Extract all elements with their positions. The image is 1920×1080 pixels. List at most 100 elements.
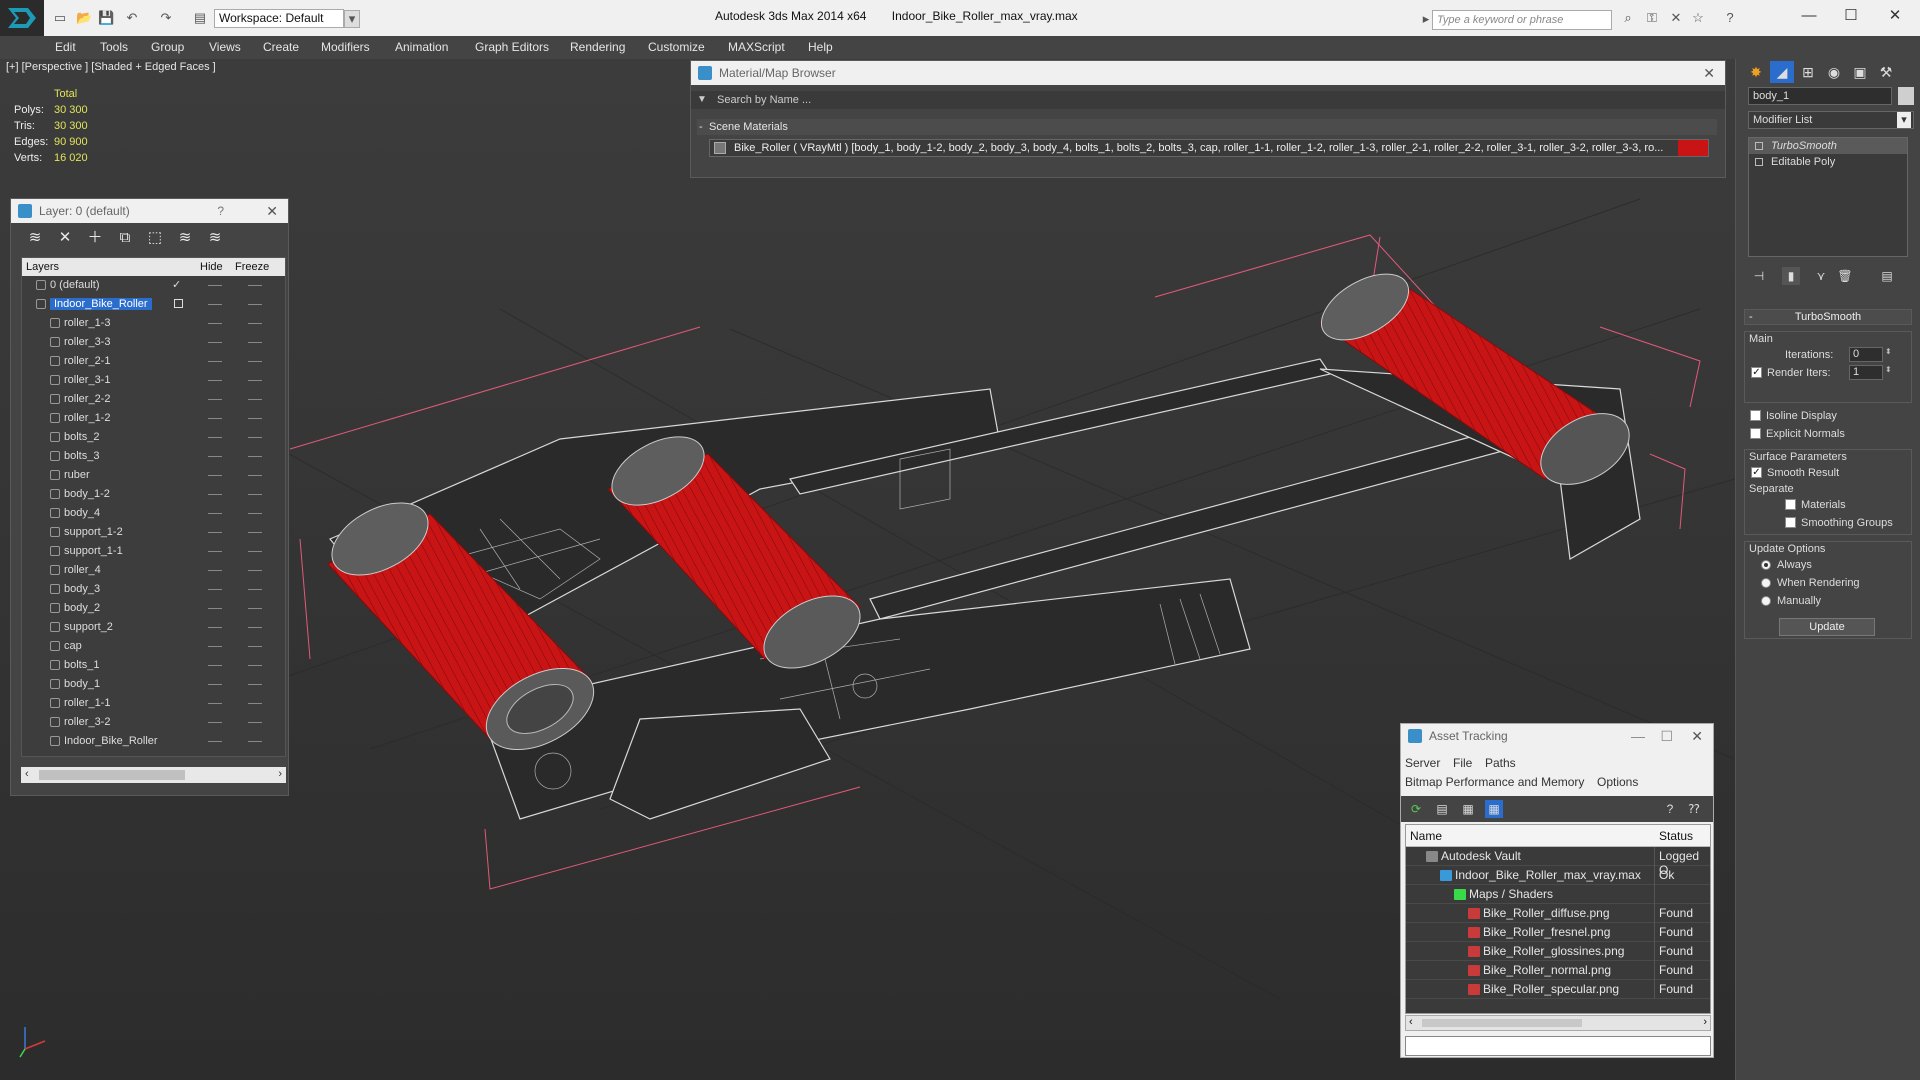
layer-row[interactable]: support_2 [22,618,285,637]
layer-row[interactable]: bolts_2 [22,428,285,447]
freeze-toggle[interactable] [248,494,262,495]
freeze-toggle[interactable] [248,342,262,343]
material-search-input[interactable]: Search by Name ... [691,91,1725,109]
layer-row[interactable]: roller_1-1 [22,694,285,713]
when-rendering-radio[interactable] [1761,578,1771,588]
hide-toggle[interactable] [208,361,222,362]
workspace-dropdown[interactable]: Workspace: Default [214,9,344,28]
layer-row[interactable]: support_1-2 [22,523,285,542]
layer-row[interactable]: roller_2-2 [22,390,285,409]
hide-all-icon[interactable]: ≋ [175,228,195,248]
select-layer-icon[interactable]: ⧉ [115,228,135,248]
freeze-toggle[interactable] [248,437,262,438]
viewport-label[interactable]: [+] [Perspective ] [Shaded + Edged Faces… [6,61,216,73]
minimize-button[interactable]: — [1796,6,1822,26]
layer-row[interactable]: roller_2-1 [22,352,285,371]
layer-row[interactable]: roller_1-2 [22,409,285,428]
help-icon[interactable]: ? [1722,10,1738,26]
smoothing-groups-checkbox[interactable] [1785,517,1796,528]
menu-animation[interactable]: Animation [395,40,448,54]
minimize-icon[interactable]: — [1631,724,1645,748]
scroll-left-icon[interactable]: ‹ [1409,1016,1413,1028]
layer-row[interactable]: bolts_3 [22,447,285,466]
show-end-result-icon[interactable]: ▮ [1782,267,1800,285]
freeze-toggle[interactable] [248,418,262,419]
freeze-toggle[interactable] [248,475,262,476]
menu-maxscript[interactable]: MAXScript [728,40,785,54]
hide-toggle[interactable] [208,513,222,514]
layer-row[interactable]: body_1 [22,675,285,694]
utilities-tab-icon[interactable]: ⚒ [1874,61,1898,83]
context-help-icon[interactable]: ⁇ [1685,800,1703,818]
object-color-swatch[interactable] [1898,87,1914,105]
material-entry[interactable]: Bike_Roller ( VRayMtl ) [body_1, body_1-… [709,139,1709,157]
modify-tab-icon[interactable]: ◢ [1770,61,1794,83]
freeze-toggle[interactable] [248,703,262,704]
hide-toggle[interactable] [208,722,222,723]
layer-panel-titlebar[interactable]: Layer: 0 (default) ? ✕ [11,199,288,223]
scroll-right-icon[interactable]: › [278,768,282,780]
add-layer-icon[interactable]: ＋ [85,228,105,248]
app-logo-icon[interactable] [0,0,44,36]
render-iters-spinner[interactable]: 1 [1849,365,1883,380]
freeze-toggle[interactable] [248,608,262,609]
layer-row[interactable]: Indoor_Bike_Roller [22,295,285,314]
freeze-toggle[interactable] [248,513,262,514]
thumbnail-view-icon[interactable]: ▦ [1459,800,1477,818]
hide-toggle[interactable] [208,323,222,324]
freeze-toggle[interactable] [248,380,262,381]
asset-row[interactable]: Bike_Roller_specular.png Found [1406,980,1710,999]
menu-server[interactable]: Server [1405,756,1440,770]
render-iters-checkbox[interactable]: ✓ [1751,367,1762,378]
hide-toggle[interactable] [208,665,222,666]
hide-toggle[interactable] [208,456,222,457]
materials-checkbox[interactable] [1785,499,1796,510]
hide-toggle[interactable] [208,570,222,571]
freeze-toggle[interactable] [248,627,262,628]
layer-row[interactable]: roller_3-1 [22,371,285,390]
asset-horizontal-scrollbar[interactable]: ‹ › [1405,1015,1711,1031]
scroll-right-icon[interactable]: › [1703,1016,1707,1028]
hide-toggle[interactable] [208,304,222,305]
freeze-all-icon[interactable]: ≋ [205,228,225,248]
scroll-thumb[interactable] [39,770,185,780]
maximize-icon[interactable]: ☐ [1660,724,1673,748]
menu-rendering[interactable]: Rendering [570,40,625,54]
freeze-toggle[interactable] [248,285,262,286]
freeze-toggle[interactable] [248,722,262,723]
hide-toggle[interactable] [208,684,222,685]
menu-options[interactable]: Options [1597,775,1638,789]
freeze-toggle[interactable] [248,456,262,457]
spinner-arrows-icon[interactable]: ⬍ [1885,365,1892,374]
close-icon[interactable]: ✕ [1691,724,1703,748]
hide-toggle[interactable] [208,646,222,647]
column-freeze[interactable]: Freeze [235,261,269,273]
layer-row[interactable]: 0 (default) ✓ [22,276,285,295]
remove-modifier-icon[interactable]: 🗑 [1836,267,1854,285]
asset-row[interactable]: Bike_Roller_normal.png Found [1406,961,1710,980]
stack-item-editable-poly[interactable]: Editable Poly [1749,154,1907,170]
freeze-toggle[interactable] [248,361,262,362]
asset-row[interactable]: Autodesk Vault Logged O [1406,847,1710,877]
freeze-toggle[interactable] [248,532,262,533]
freeze-toggle[interactable] [248,684,262,685]
column-status[interactable]: Status [1659,829,1693,843]
isoline-checkbox[interactable] [1750,410,1761,421]
scroll-thumb[interactable] [1422,1019,1582,1027]
hide-toggle[interactable] [208,741,222,742]
help-icon[interactable]: ? [1661,800,1679,818]
always-radio[interactable] [1761,560,1771,570]
exchange-icon[interactable]: ✕ [1668,10,1684,26]
explicit-normals-checkbox[interactable] [1750,428,1761,439]
freeze-toggle[interactable] [248,570,262,571]
layer-row[interactable]: roller_1-3 [22,314,285,333]
hierarchy-tab-icon[interactable]: ⊞ [1796,61,1820,83]
menu-bitmap-performance[interactable]: Bitmap Performance and Memory [1405,775,1584,789]
spinner-arrows-icon[interactable]: ⬍ [1885,347,1892,356]
hide-toggle[interactable] [208,703,222,704]
column-layers[interactable]: Layers [26,261,59,273]
layer-row[interactable]: body_1-2 [22,485,285,504]
column-hide[interactable]: Hide [200,261,223,273]
freeze-toggle[interactable] [248,551,262,552]
iterations-spinner[interactable]: 0 [1849,347,1883,362]
